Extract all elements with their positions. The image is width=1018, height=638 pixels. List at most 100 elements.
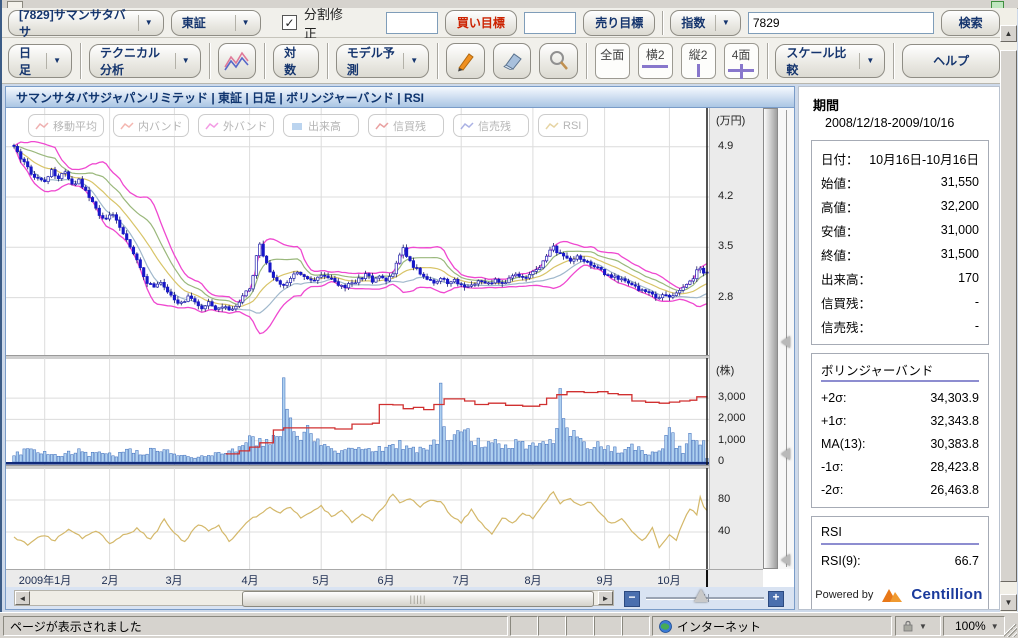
rsi-panel[interactable] [6,468,709,569]
chart-vertical-scrollbar[interactable] [763,108,778,569]
price-panel[interactable] [6,108,709,355]
scroll-left-button[interactable]: ◄ [15,591,30,605]
scale-compare-label: スケール比較 [786,44,853,78]
help-button[interactable]: ヘルプ [902,44,1000,78]
chart-horizontal-scrollbar[interactable]: ◄ ||||| ► [14,590,614,606]
scale-compare-select[interactable]: スケール比較 ▼ [775,44,885,78]
centillion-logo-icon [881,587,903,603]
zone-label: インターネット [677,618,761,635]
pencil-icon [454,50,476,72]
layout-full-button[interactable]: 全面 [595,43,630,79]
period-title: 期間 [813,95,999,114]
code-input[interactable] [748,12,934,34]
volume-panel[interactable] [6,358,709,465]
log-scale-button[interactable]: 対数 [273,44,319,78]
quote-row-margin-buy: 信買残： - [821,290,979,314]
scroll-down-icon: ▼ [1005,598,1013,607]
legend-volume[interactable]: 出来高 [283,114,359,137]
layout-quad-button[interactable]: 4面 [724,43,759,79]
row-label: MA(13): [821,437,865,451]
volume-scale-slider-thumb[interactable] [781,448,790,460]
legend-margin-sell[interactable]: 信売残 [453,114,529,137]
info-panel: 期間 2008/12/18-2009/10/16 日付： 10月16日-10月1… [798,86,1000,610]
draw-pencil-button[interactable] [446,43,485,79]
quote-row-close: 終値： 31,500 [821,242,979,266]
chart-bottom-controls: ◄ ||||| ► − + [6,587,794,609]
bollinger-box: ボリンジャーバンド +2σ: 34,303.9 +1σ: 32,343.8 MA… [811,353,989,508]
zoom-out-button[interactable]: − [624,591,640,607]
index-select[interactable]: 指数 ▼ [670,10,740,36]
sell-target-input[interactable] [524,12,576,34]
legend-margin-buy[interactable]: 信買残 [368,114,444,137]
quote-row-margin-sell: 信売残： - [821,314,979,338]
layout-horizontal2-button[interactable]: 横2 [638,43,673,79]
row-value: 170 [958,271,979,285]
quad-split-icon [728,64,754,78]
x-axis-month-label: 3月 [165,572,182,588]
chart-legend: 移動平均 内バンド 外バンド 出来高 信買残 [28,114,588,137]
buy-target-input[interactable] [386,12,438,34]
legend-moving-average[interactable]: 移動平均 [28,114,104,137]
layout-full-label: 全面 [600,46,624,63]
legend-inner-band[interactable]: 内バンド [113,114,189,137]
scroll-down-button[interactable]: ▼ [1000,594,1017,611]
exchange-select[interactable]: 東証 ▼ [171,10,261,36]
row-label: 終値： [821,245,859,264]
scroll-up-button[interactable]: ▲ [1000,25,1017,42]
zoom-tool-button[interactable] [539,43,578,79]
sell-target-button[interactable]: 売り目標 [583,10,655,36]
legend-label: RSI [563,120,581,132]
scrollbar-thumb[interactable]: ||||| [242,591,594,607]
split-adjust-checkbox[interactable]: ✓ [282,15,297,30]
status-security-cell[interactable]: ▼ [895,616,941,636]
row-value: 31,500 [941,247,979,261]
row-value: 32,200 [941,199,979,213]
zoom-in-button[interactable]: + [768,591,784,607]
status-zone-cell: インターネット [652,616,892,636]
eraser-button[interactable] [493,43,532,79]
x-axis-month-label: 8月 [524,572,541,588]
divider [893,43,894,79]
chart-title: サマンサタバサジャパンリミテッド | 東証 | 日足 | ボリンジャーバンド |… [16,89,424,106]
check-icon: ✓ [285,18,295,28]
status-zoom-cell[interactable]: 100% ▼ [943,616,1005,636]
browser-vertical-scrollbar[interactable]: ▲ ▼ [1000,8,1017,612]
buy-target-button[interactable]: 買い目標 [445,10,517,36]
legend-rsi[interactable]: RSI [538,114,588,137]
crosshair-tick [706,570,708,587]
row-value: 31,000 [941,223,979,237]
symbol-select[interactable]: [7829]サマンサタバサ ▼ [8,10,164,36]
legend-outer-band[interactable]: 外バンド [198,114,274,137]
scroll-right-button[interactable]: ► [598,591,613,605]
model-forecast-select[interactable]: モデル予測 ▼ [336,44,429,78]
resize-grip[interactable] [1004,624,1017,637]
status-message-cell: ページが表示されました [3,616,508,636]
eraser-icon [500,51,524,71]
search-button[interactable]: 検索 [941,10,1000,36]
row-label: 出来高： [821,269,871,288]
row-value: - [975,319,979,333]
zoom-slider-thumb[interactable] [694,589,708,602]
rsi-row: RSI(9): 66.7 [821,549,979,572]
scrollbar-thumb[interactable] [1000,50,1017,582]
exchange-select-label: 東証 [182,14,206,31]
layout-vertical2-button[interactable]: 縦2 [681,43,716,79]
bollinger-row-plus1: +1σ: 32,343.8 [821,409,979,432]
x-axis-month-label: 10月 [657,572,680,588]
window-left-border [0,0,2,612]
period-select[interactable]: 日足 ▼ [8,44,72,78]
chart-type-button[interactable] [218,43,257,79]
zoom-level: 100% [955,619,986,633]
centillion-brand: Centillion [911,586,982,603]
axis-tick-label: 3.5 [718,240,733,252]
scroll-left-icon: ◄ [19,594,27,603]
search-label: 検索 [959,14,983,31]
price-scale-slider-thumb[interactable] [781,336,790,348]
index-select-label: 指数 [681,14,705,31]
line-series-icon [120,121,134,131]
technical-analysis-select[interactable]: テクニカル分析 ▼ [89,44,201,78]
rsi-scale-slider-thumb[interactable] [781,554,790,566]
rule [821,543,979,545]
status-cell [538,616,566,636]
layout-horizontal2-label: 横2 [646,46,665,63]
